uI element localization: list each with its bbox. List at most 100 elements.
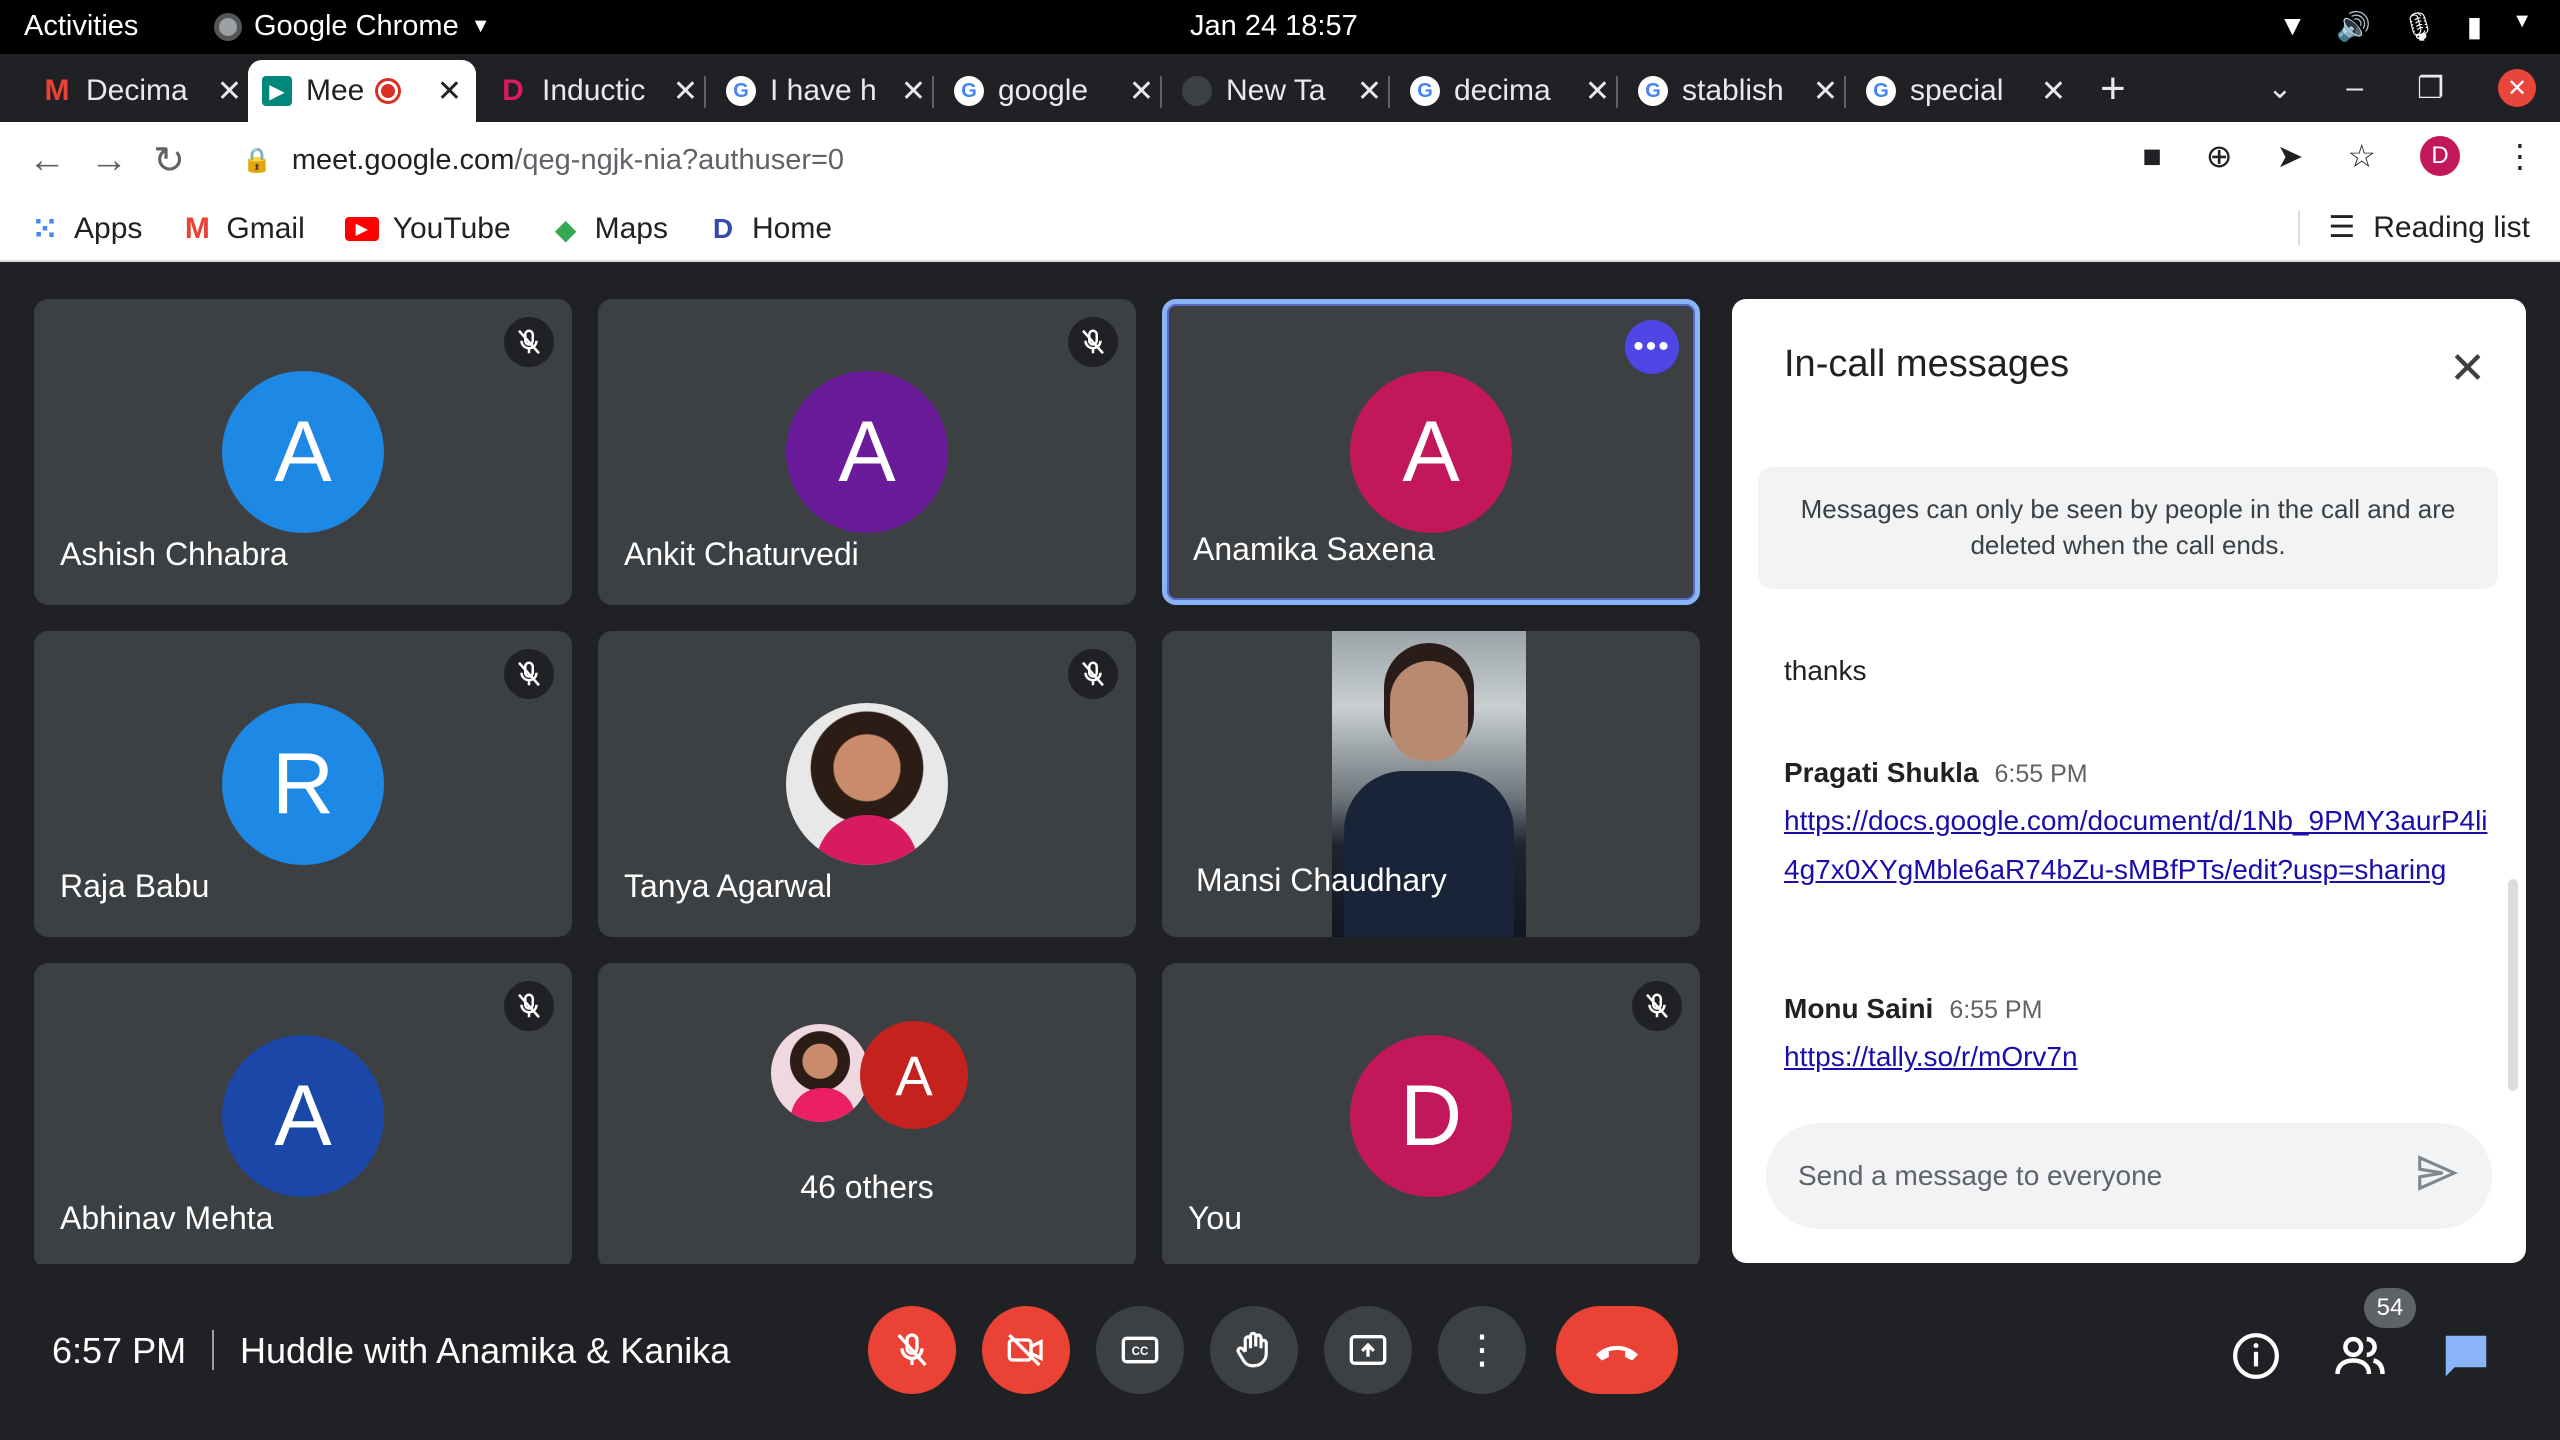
message-input[interactable] (1798, 1160, 2414, 1192)
message-link[interactable]: https://docs.google.com/document/d/1Nb_9… (1784, 805, 2488, 885)
recording-icon (378, 81, 399, 101)
mic-off-icon (504, 981, 554, 1031)
google-icon: G (726, 76, 756, 106)
tab-google[interactable]: G google ✕ (940, 60, 1168, 122)
address-bar[interactable]: 🔒 meet.google.com/qeg-ngjk-nia?authuser=… (212, 130, 2242, 190)
send-icon[interactable] (2414, 1150, 2460, 1203)
mic-off-icon (1632, 981, 1682, 1031)
apps-grid-icon: ⁙ (32, 212, 58, 246)
close-icon[interactable]: ✕ (2449, 343, 2486, 394)
tab-decima[interactable]: G decima ✕ (1396, 60, 1624, 122)
window-close-icon[interactable]: ✕ (2498, 69, 2536, 107)
participant-tile[interactable]: A Ashish Chhabra (34, 299, 572, 605)
url-host: meet.google.com (291, 143, 515, 176)
self-tile[interactable]: D You (1162, 963, 1700, 1269)
new-tab-button[interactable]: + (2100, 64, 2126, 114)
tab-new-tab[interactable]: New Ta ✕ (1168, 60, 1396, 122)
chat-message: thanks (1784, 655, 1867, 687)
close-icon[interactable]: ✕ (217, 74, 242, 109)
mic-off-icon (504, 317, 554, 367)
tab-induction[interactable]: D Inductic ✕ (484, 60, 712, 122)
avatar: A (860, 1021, 968, 1129)
mic-toggle-button[interactable] (868, 1306, 956, 1394)
participant-tile-video[interactable]: Mansi Chaudhary (1162, 631, 1700, 937)
close-icon[interactable]: ✕ (2041, 74, 2066, 109)
google-icon: G (954, 76, 984, 106)
reload-icon[interactable]: ↻ (152, 138, 186, 183)
maps-icon: ◆ (554, 213, 577, 245)
info-icon (2233, 1333, 2279, 1379)
bookmark-maps[interactable]: ◆ Maps (551, 212, 668, 246)
message-composer (1766, 1123, 2492, 1229)
tab-stablish[interactable]: G stablish ✕ (1624, 60, 1852, 122)
participant-tile[interactable]: A Ankit Chaturvedi (598, 299, 1136, 605)
zoom-icon[interactable]: ⊕ (2206, 137, 2233, 175)
participant-tile-speaking[interactable]: A ••• Anamika Saxena (1162, 299, 1700, 605)
participant-tile[interactable]: Tanya Agarwal (598, 631, 1136, 937)
leave-call-button[interactable] (1556, 1306, 1678, 1394)
bookmark-youtube[interactable]: ▶ YouTube (344, 212, 511, 246)
raise-hand-button[interactable] (1210, 1306, 1298, 1394)
scrollbar[interactable] (2508, 879, 2518, 1091)
others-tile[interactable]: A 46 others (598, 963, 1136, 1269)
bookmark-label: Home (751, 212, 833, 245)
close-icon[interactable]: ✕ (673, 74, 698, 109)
tab-label: google (998, 74, 1089, 107)
activities-button[interactable]: Activities (24, 10, 138, 43)
present-button[interactable] (1324, 1306, 1412, 1394)
lock-icon[interactable]: 🔒 (242, 146, 272, 175)
app-menu[interactable]: Google Chrome ▼ (214, 10, 491, 43)
more-options-icon[interactable]: ••• (1625, 320, 1679, 374)
tab-search-icon[interactable]: ⌄ (2267, 71, 2292, 106)
tab-label: special (1910, 74, 2004, 107)
message-link[interactable]: https://tally.so/r/mOrv7n (1784, 1041, 2078, 1072)
google-icon: G (1638, 76, 1668, 106)
participant-tile[interactable]: R Raja Babu (34, 631, 572, 937)
participant-name: Tanya Agarwal (624, 868, 833, 904)
participant-name: Mansi Chaudhary (1196, 862, 1447, 898)
close-icon[interactable]: ✕ (1813, 74, 1838, 109)
reading-list[interactable]: ☰ Reading list (2298, 210, 2530, 245)
bookmark-home[interactable]: D Home (708, 212, 832, 246)
bookmark-label: Maps (594, 212, 668, 245)
avatar: D (1350, 1035, 1512, 1197)
home-d-icon: D (712, 213, 734, 244)
forward-icon[interactable]: → (90, 139, 128, 182)
meeting-details-button[interactable] (2228, 1328, 2284, 1384)
send-icon[interactable]: ➤ (2277, 137, 2304, 175)
more-vert-icon[interactable]: ⋮ (2504, 137, 2536, 175)
camera-toggle-button[interactable] (982, 1306, 1070, 1394)
people-icon (2335, 1336, 2385, 1375)
star-icon[interactable]: ☆ (2347, 137, 2376, 175)
participant-name: Ashish Chhabra (60, 536, 288, 572)
participant-tile[interactable]: A Abhinav Mehta (34, 963, 572, 1269)
reading-list-icon: ☰ (2328, 211, 2356, 244)
camera-icon[interactable]: ■ (2142, 138, 2161, 175)
close-icon[interactable]: ✕ (901, 74, 926, 109)
minimize-icon[interactable]: – (2346, 71, 2363, 105)
mic-off-icon (1068, 317, 1118, 367)
close-icon[interactable]: ✕ (1357, 74, 1382, 109)
more-options-button[interactable]: ⋮ (1438, 1306, 1526, 1394)
system-clock[interactable]: Jan 24 18:57 (1190, 10, 1358, 43)
bookmark-apps[interactable]: ⁙ Apps (30, 212, 142, 246)
profile-avatar[interactable]: D (2420, 136, 2460, 176)
bookmark-gmail[interactable]: M Gmail (182, 212, 305, 246)
tab-i-have[interactable]: G I have h ✕ (712, 60, 940, 122)
people-button[interactable] (2332, 1328, 2388, 1384)
present-screen-icon (1349, 1335, 1387, 1365)
tab-decima-gmail[interactable]: M Decima ✕ (28, 60, 256, 122)
tab-special[interactable]: G special ✕ (1852, 60, 2080, 122)
back-icon[interactable]: ← (28, 139, 66, 182)
close-icon[interactable]: ✕ (1585, 74, 1610, 109)
bookmark-label: Gmail (226, 212, 305, 245)
chevron-down-icon: ▼ (470, 15, 491, 37)
captions-button[interactable]: CC (1096, 1306, 1184, 1394)
tab-meet[interactable]: ▶ Mee ✕ (248, 60, 476, 122)
chat-button[interactable] (2438, 1328, 2494, 1384)
system-tray[interactable]: ▼ 🔊 🎙 ▮ ▼ (2279, 10, 2532, 43)
restore-icon[interactable]: ❐ (2417, 71, 2444, 106)
close-icon[interactable]: ✕ (1129, 74, 1154, 109)
close-icon[interactable]: ✕ (437, 74, 462, 109)
bookmark-label: YouTube (392, 212, 511, 245)
